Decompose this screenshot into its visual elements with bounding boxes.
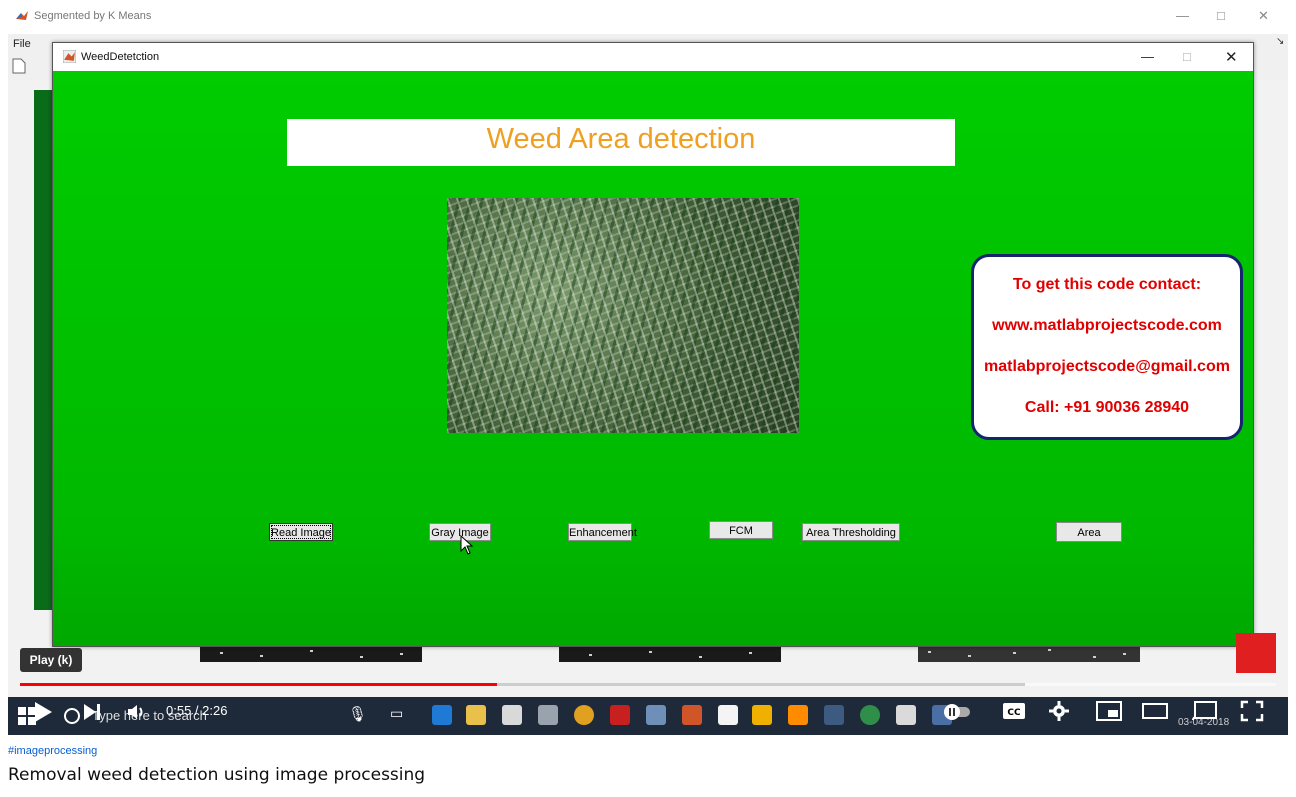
photos-icon[interactable] — [896, 705, 916, 725]
fcm-button[interactable]: FCM — [709, 521, 773, 539]
dock-arrow-icon[interactable]: ↘ — [1276, 36, 1284, 47]
chrome-icon[interactable] — [574, 705, 594, 725]
file-explorer-icon[interactable] — [466, 705, 486, 725]
background-maximize-button[interactable]: □ — [1217, 8, 1225, 23]
red-thumbnail — [1236, 633, 1276, 673]
area-thresholding-button[interactable]: Area Thresholding — [802, 523, 900, 541]
segmented-image-1 — [200, 646, 422, 662]
area-button[interactable]: Area — [1056, 522, 1122, 542]
new-file-icon[interactable] — [12, 58, 26, 74]
matlab-logo-icon — [63, 50, 76, 63]
cortana-icon[interactable] — [62, 706, 82, 726]
volume-icon[interactable] — [126, 702, 148, 722]
background-minimize-button[interactable]: — — [1176, 8, 1189, 23]
theater-mode-icon[interactable] — [1142, 701, 1168, 721]
weed-detection-title: WeedDetetction — [81, 51, 160, 63]
captions-icon[interactable]: CC — [1002, 702, 1026, 720]
settings-gear-icon[interactable] — [1048, 700, 1070, 722]
background-figure-edge — [34, 90, 54, 610]
store-icon[interactable] — [502, 705, 522, 725]
contact-website: www.matlabprojectscode.com — [992, 317, 1222, 334]
minimize-button[interactable]: — — [1141, 49, 1154, 64]
app-icon-2[interactable] — [646, 705, 666, 725]
contact-box: To get this code contact: www.matlabproj… — [971, 254, 1243, 440]
contact-phone: Call: +91 90036 28940 — [1024, 399, 1190, 416]
field-image — [447, 198, 799, 433]
download-manager-icon[interactable] — [860, 705, 880, 725]
matlab-logo-icon — [16, 11, 28, 20]
background-window-titlebar[interactable] — [8, 0, 1288, 34]
read-image-button[interactable]: Read Image — [269, 523, 333, 541]
next-icon[interactable] — [82, 702, 102, 722]
time-display: 0:55 / 2:26 — [166, 703, 228, 718]
close-button[interactable]: ✕ — [1225, 48, 1238, 66]
background-close-button[interactable]: ✕ — [1258, 8, 1269, 24]
contact-email: matlabprojectscode@gmail.com — [984, 358, 1230, 375]
microphone-icon[interactable]: 🎙 — [348, 705, 367, 723]
weed-detection-titlebar[interactable] — [53, 43, 1253, 71]
app-icon-1[interactable] — [538, 705, 558, 725]
progress-played[interactable] — [20, 683, 497, 686]
play-tooltip: Play (k) — [20, 648, 82, 672]
miniplayer-icon[interactable] — [1096, 701, 1122, 721]
edge-icon[interactable] — [432, 705, 452, 725]
maximize-button[interactable]: □ — [1183, 49, 1191, 64]
svg-text:CC: CC — [1007, 708, 1021, 718]
acrobat-icon[interactable] — [610, 705, 630, 725]
video-title: Removal weed detection using image proce… — [8, 765, 426, 785]
vlc-icon[interactable] — [788, 705, 808, 725]
app-icon-5[interactable] — [824, 705, 844, 725]
segmented-image-3 — [918, 646, 1140, 662]
fullscreen-icon[interactable] — [1240, 700, 1264, 722]
cast-icon[interactable] — [1192, 700, 1218, 722]
contact-line-1: To get this code contact: — [1012, 276, 1202, 293]
matlab-taskbar-icon[interactable] — [682, 705, 702, 725]
weed-detection-window: WeedDetetction — □ ✕ Weed Area detection… — [52, 42, 1254, 647]
task-view-icon[interactable]: ▭ — [390, 706, 403, 722]
menu-file[interactable]: File — [13, 38, 31, 50]
background-window-title: Segmented by K Means — [34, 10, 152, 22]
video-hashtag[interactable]: #imageprocessing — [8, 745, 97, 757]
app-icon-3[interactable] — [718, 705, 738, 725]
autoplay-toggle-icon[interactable] — [944, 702, 970, 722]
page-title: Weed Area detection — [287, 119, 955, 166]
enhancement-button[interactable]: Enhancement — [568, 523, 637, 541]
play-icon[interactable] — [32, 700, 54, 724]
mouse-cursor-icon — [460, 535, 474, 555]
segmented-image-2 — [559, 646, 781, 662]
app-icon-4[interactable] — [752, 705, 772, 725]
